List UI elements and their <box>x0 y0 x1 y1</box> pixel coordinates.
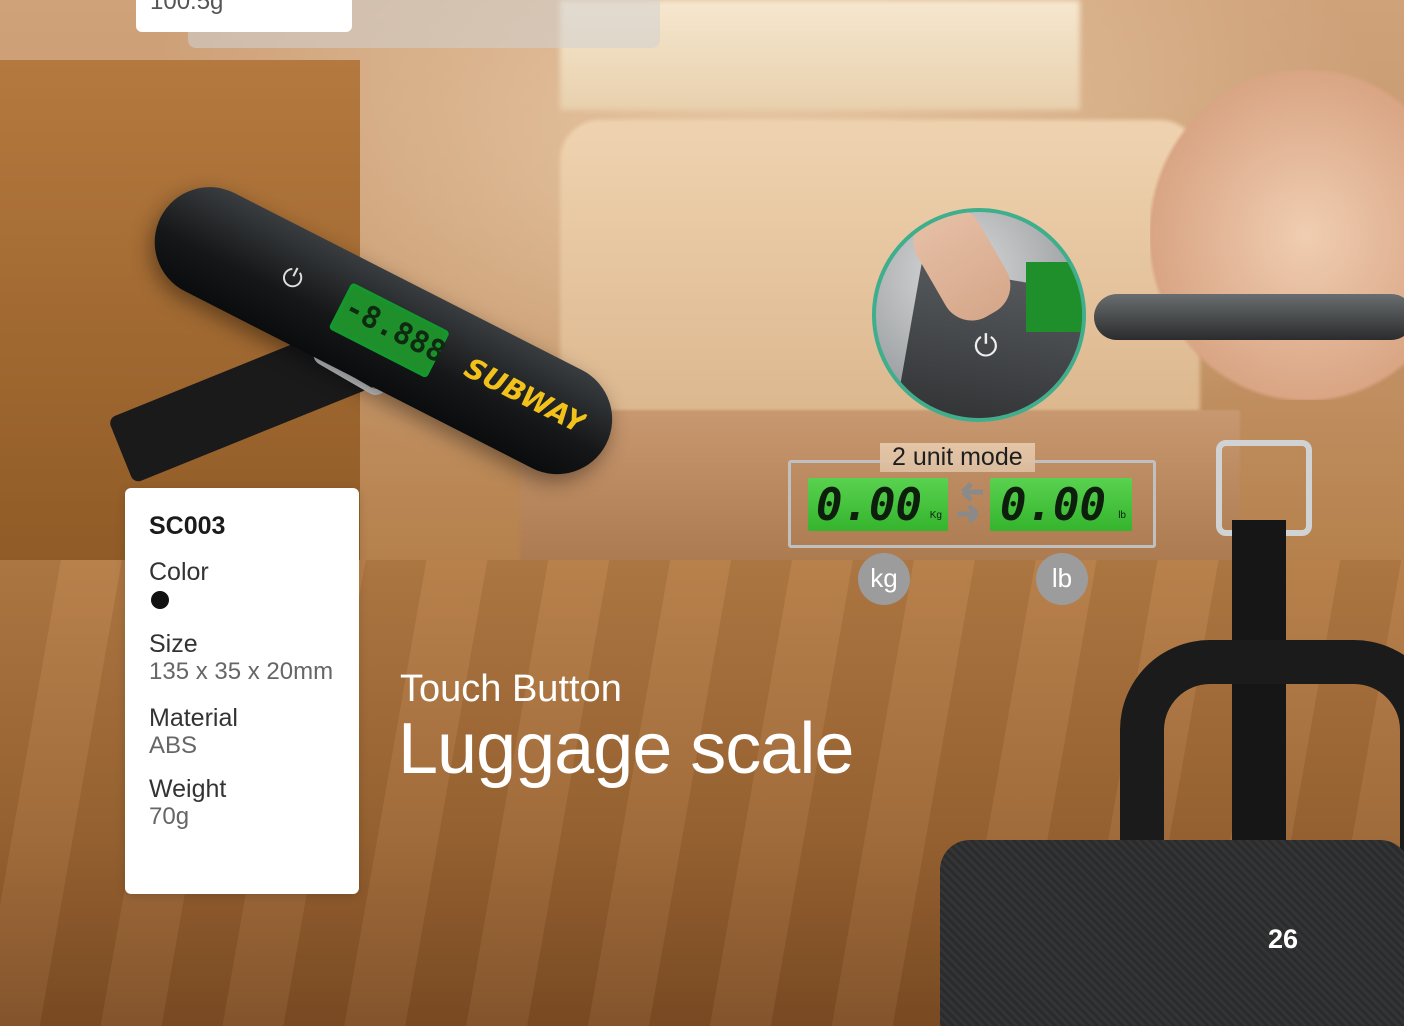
kg-display-value: 0.00 <box>816 480 922 531</box>
closeup-lcd <box>1026 262 1082 332</box>
power-icon: ⏻ <box>276 259 309 296</box>
headline-title: Luggage scale <box>398 709 854 789</box>
size-value: 135 x 35 x 20mm <box>149 658 334 685</box>
color-label: Color <box>149 558 209 586</box>
swap-arrows-icon <box>957 482 983 524</box>
kg-display: 0.00 Kg <box>808 478 948 531</box>
lb-badge: lb <box>1036 553 1088 605</box>
kg-display-unit: Kg <box>929 510 942 521</box>
unit-mode-title: 2 unit mode <box>880 443 1035 472</box>
headline-subtitle: Touch Button <box>400 668 622 710</box>
svg-text:SUBWAY: SUBWAY <box>459 351 592 441</box>
closeup-power-icon: ⏻ <box>974 330 998 363</box>
scale-lcd: -8.888 <box>328 282 452 379</box>
lb-display-value: 0.00 <box>1000 480 1106 531</box>
material-value: ABS <box>149 732 198 759</box>
top-weight-value: 100.5g <box>150 0 224 15</box>
scale-lcd-digits: -8.888 <box>338 290 452 371</box>
hand-image <box>1150 70 1404 400</box>
background-bed <box>560 120 1200 420</box>
scale-in-hand <box>1094 294 1404 340</box>
weight-value: 70g <box>149 803 190 830</box>
page-number: 26 <box>1268 924 1299 954</box>
touch-button-closeup: ⏻ <box>872 208 1086 422</box>
product-code: SC003 <box>149 512 226 540</box>
size-label: Size <box>149 630 198 658</box>
kg-badge: kg <box>858 553 910 605</box>
lb-display: 0.00 lb <box>990 478 1132 531</box>
page: 100.5g ⏻ -8.888 SUBWAY SC003 Color Size … <box>0 0 1404 1026</box>
spec-card: SC003 Color Size 135 x 35 x 20mm Materia… <box>125 488 359 894</box>
lb-display-unit: lb <box>1118 510 1126 521</box>
weight-label: Weight <box>149 775 227 803</box>
color-swatch <box>151 591 169 609</box>
luggage-bag <box>940 840 1404 1026</box>
material-label: Material <box>149 704 238 732</box>
top-weight-box: 100.5g <box>136 0 352 32</box>
